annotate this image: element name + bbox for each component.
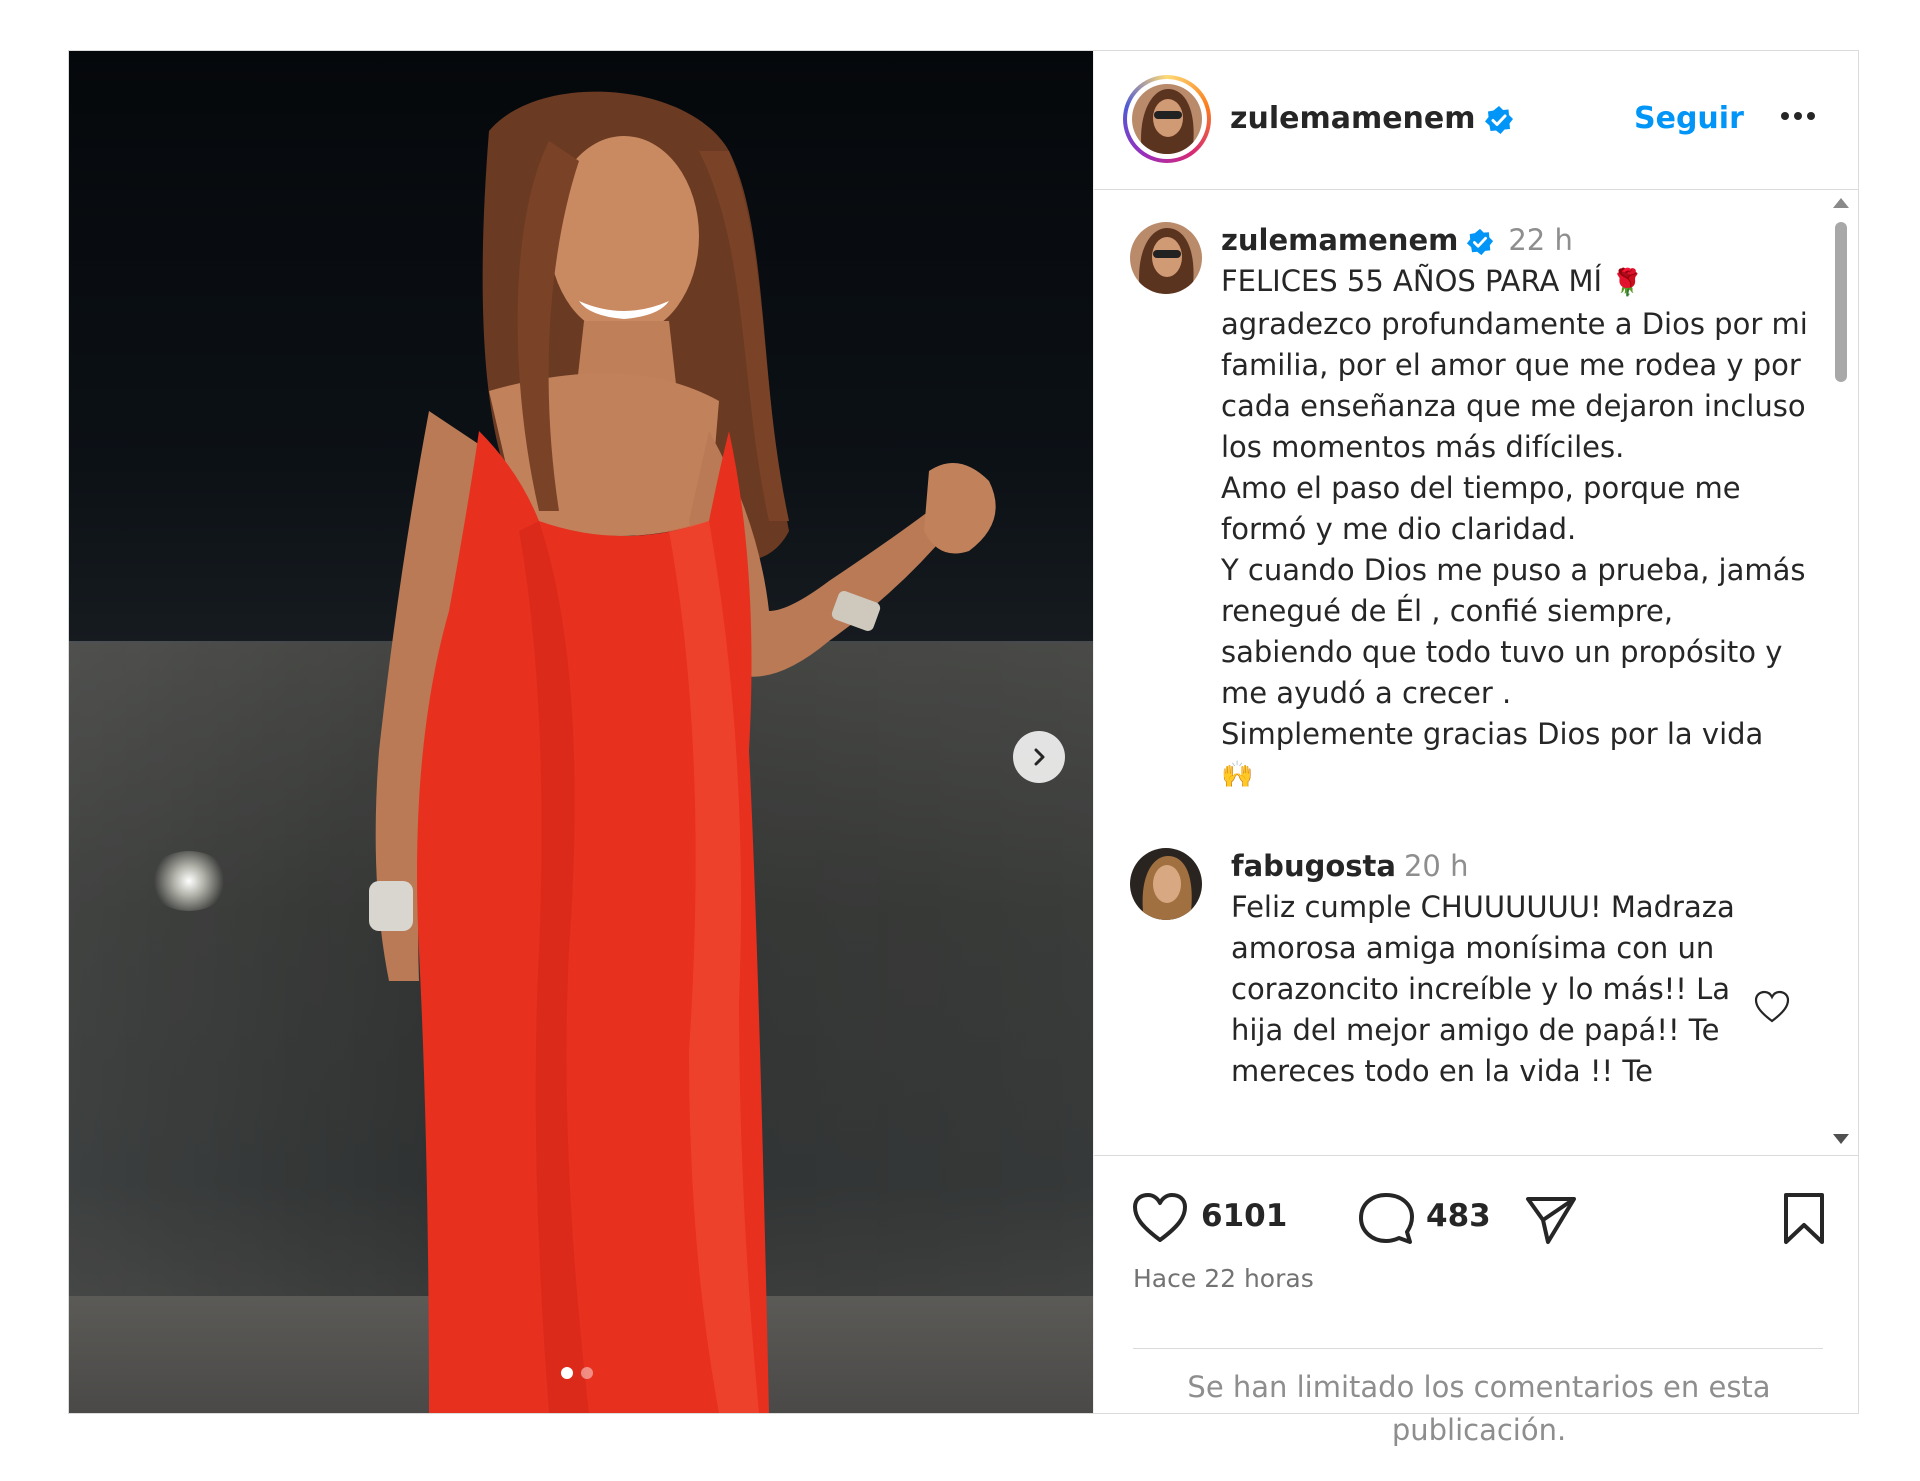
comments-section[interactable]: zulemamenem 22 h FELICES 55 AÑOS PARA MÍ… (1094, 190, 1859, 1155)
comment-avatar[interactable] (1130, 848, 1202, 920)
instagram-post: zulemamenem Seguir zulemamenem 22 h FELI… (68, 50, 1859, 1447)
comment-username[interactable]: fabugosta (1231, 849, 1396, 883)
carousel-next-button[interactable] (1013, 731, 1065, 783)
comment-item: fabugosta 20 h Feliz cumple CHUUUUUU! Mad… (1231, 846, 1751, 1092)
comments-limited-notice: Se han limitado los comentarios en esta … (1187, 1370, 1771, 1447)
divider (1133, 1348, 1823, 1349)
avatar[interactable] (1132, 84, 1202, 154)
story-ring-gap (1127, 79, 1207, 159)
save-bookmark-icon[interactable] (1782, 1192, 1826, 1246)
post-actions: 6101 483 Hace 22 horas Se han limitado l… (1094, 1155, 1859, 1447)
header-username-text[interactable]: zulemamenem (1230, 101, 1476, 136)
scroll-up-arrow-icon[interactable] (1833, 198, 1849, 208)
post-details-panel: zulemamenem Seguir zulemamenem 22 h FELI… (1093, 51, 1859, 1447)
carousel-dot (581, 1367, 593, 1379)
woman-in-red-dress (369, 91, 996, 1413)
comments-count[interactable]: 483 (1426, 1198, 1491, 1234)
verified-badge-icon (1467, 228, 1494, 256)
comment-time[interactable]: 20 h (1404, 849, 1469, 883)
share-send-icon[interactable] (1524, 1194, 1578, 1246)
comments-scrollbar[interactable] (1831, 190, 1851, 1155)
comment-bubble-icon[interactable] (1358, 1192, 1414, 1246)
post-caption: zulemamenem 22 h FELICES 55 AÑOS PARA MÍ… (1221, 220, 1811, 796)
chevron-right-icon (1034, 748, 1045, 766)
like-heart-icon[interactable] (1132, 1192, 1188, 1244)
raised-hands-emoji: 🙌 (1221, 760, 1254, 790)
carousel-dot-active (561, 1367, 573, 1379)
caption-username[interactable]: zulemamenem (1221, 223, 1458, 257)
comment-text: Feliz cumple CHUUUUUU! Madraza amorosa a… (1231, 890, 1735, 1088)
story-ring[interactable] (1123, 75, 1211, 163)
caption-time[interactable]: 22 h (1508, 223, 1573, 257)
scroll-down-arrow-icon[interactable] (1833, 1134, 1849, 1144)
follow-button[interactable]: Seguir (1634, 101, 1744, 136)
carousel-indicator (561, 1367, 593, 1379)
scrollbar-thumb[interactable] (1835, 222, 1847, 382)
rose-emoji: 🌹 (1611, 268, 1644, 298)
caption-title: FELICES 55 AÑOS PARA MÍ (1221, 264, 1603, 298)
post-header: zulemamenem Seguir (1094, 51, 1859, 190)
caption-avatar[interactable] (1130, 222, 1202, 294)
likes-count[interactable]: 6101 (1201, 1198, 1287, 1234)
caption-text: agradezco profundamente a Dios por mi fa… (1221, 307, 1808, 751)
avatar-image (1132, 84, 1202, 154)
comment-like-icon[interactable] (1754, 990, 1790, 1024)
post-photo[interactable] (69, 51, 1093, 1413)
post-date[interactable]: Hace 22 horas (1133, 1264, 1314, 1293)
more-horizontal-icon[interactable] (1778, 99, 1818, 133)
verified-badge-icon (1484, 105, 1513, 134)
header-username[interactable]: zulemamenem (1230, 101, 1514, 136)
avatar-image (1130, 222, 1202, 294)
avatar-image (1130, 848, 1202, 920)
